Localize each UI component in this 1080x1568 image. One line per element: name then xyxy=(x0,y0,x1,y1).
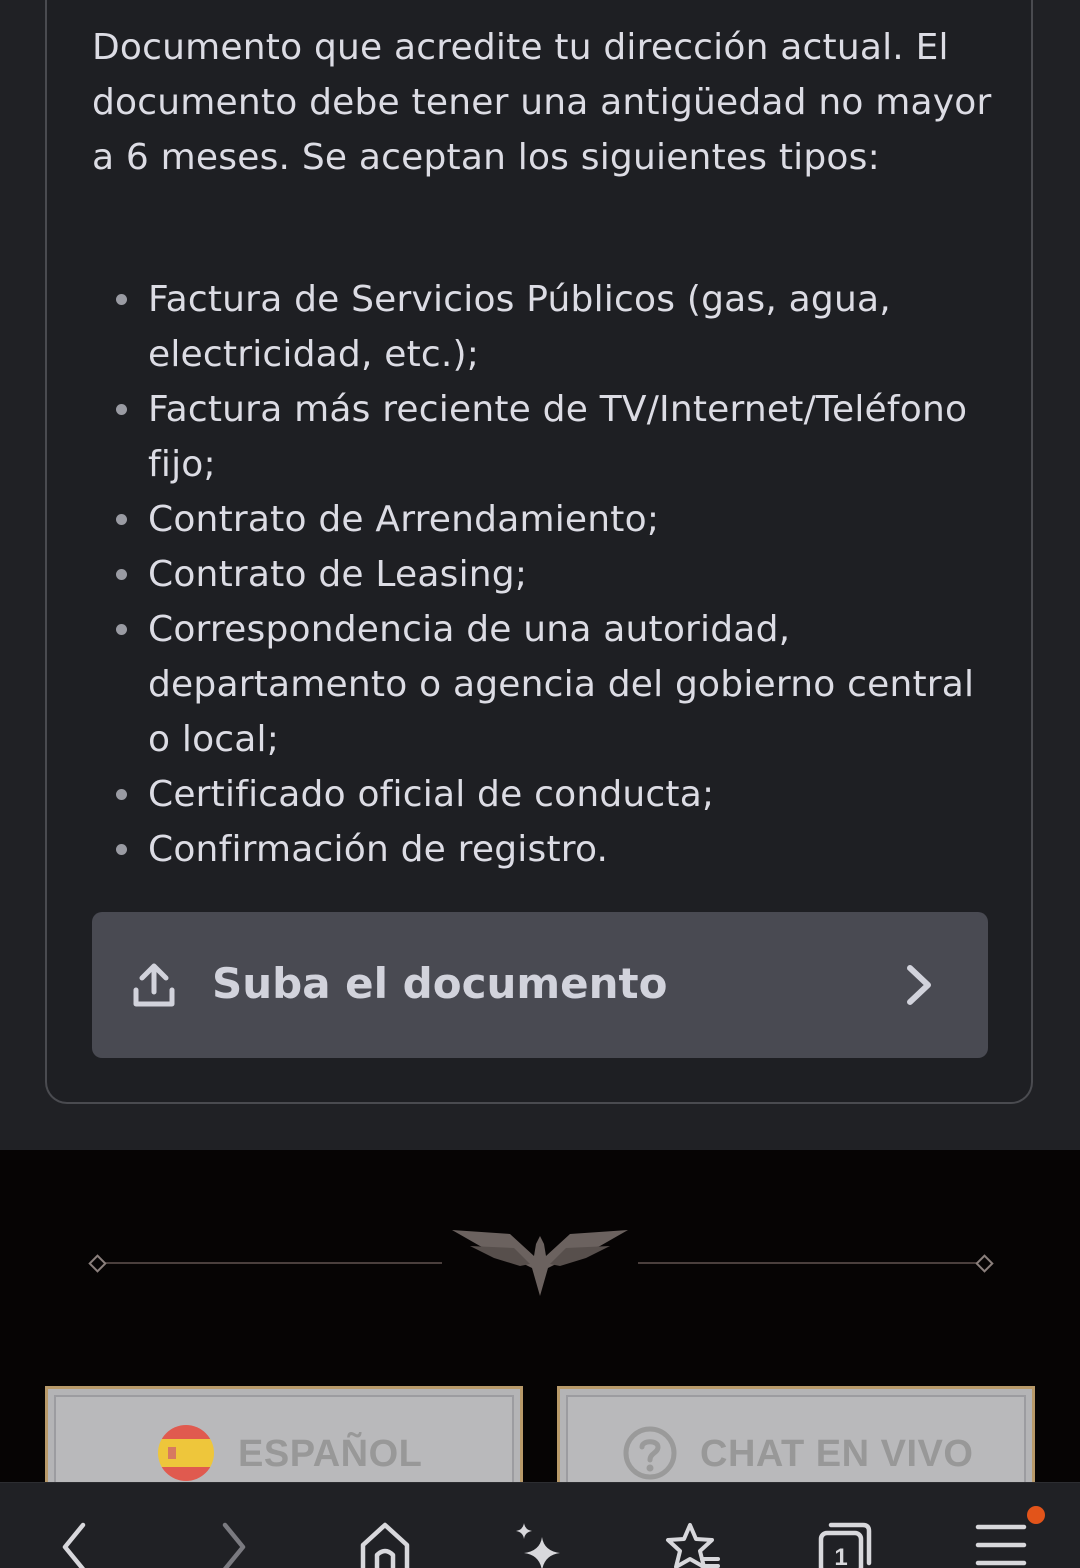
browser-toolbar: 1 xyxy=(0,1482,1080,1568)
list-item-text: Factura de Servicios Públicos (gas, agua… xyxy=(148,279,891,375)
list-item-text: Contrato de Leasing; xyxy=(148,554,528,595)
upload-icon xyxy=(133,963,175,1007)
notification-dot xyxy=(1027,1506,1045,1524)
list-item: Correspondencia de una autoridad, depart… xyxy=(116,602,1008,767)
bullet-icon xyxy=(116,624,127,635)
divider-line xyxy=(638,1262,980,1264)
bullet-icon xyxy=(116,404,127,415)
menu-icon[interactable] xyxy=(972,1519,1032,1568)
forward-icon[interactable] xyxy=(203,1519,263,1568)
divider-line xyxy=(100,1262,442,1264)
document-content-area: Documento que acredite tu dirección actu… xyxy=(0,0,1080,1150)
ai-sparkle-icon[interactable] xyxy=(510,1519,570,1568)
list-item: Contrato de Arrendamiento; xyxy=(116,492,1008,547)
chevron-right-icon xyxy=(907,965,931,1005)
bookmarks-icon[interactable] xyxy=(662,1519,722,1568)
diamond-ornament xyxy=(975,1254,994,1273)
list-item: Factura de Servicios Públicos (gas, agua… xyxy=(116,272,1008,382)
list-item-text: Contrato de Arrendamiento; xyxy=(148,499,660,540)
live-chat-button-label: CHAT EN VIVO xyxy=(700,1433,974,1475)
home-icon[interactable] xyxy=(355,1519,415,1568)
bullet-icon xyxy=(116,844,127,855)
bullet-icon xyxy=(116,294,127,305)
bullet-icon xyxy=(116,514,127,525)
list-item: Certificado oficial de conducta; xyxy=(116,767,1008,822)
upload-button-label: Suba el documento xyxy=(212,959,668,1008)
live-chat-button[interactable]: CHAT EN VIVO xyxy=(557,1386,1035,1496)
diamond-ornament xyxy=(88,1254,107,1273)
list-item-text: Confirmación de registro. xyxy=(148,829,609,870)
page: Documento que acredite tu dirección actu… xyxy=(0,0,1080,1568)
document-description: Documento que acredite tu dirección actu… xyxy=(92,27,992,178)
wings-logo-icon xyxy=(452,1230,628,1296)
spain-flag-icon xyxy=(158,1425,214,1481)
list-item: Confirmación de registro. xyxy=(116,822,1008,877)
bullet-icon xyxy=(116,789,127,800)
accepted-document-types-list: Factura de Servicios Públicos (gas, agua… xyxy=(116,272,1008,877)
upload-document-button[interactable]: Suba el documento xyxy=(92,912,988,1058)
list-item-text: Certificado oficial de conducta; xyxy=(148,774,715,815)
list-item-text: Factura más reciente de TV/Internet/Telé… xyxy=(148,389,968,485)
tabs-icon[interactable]: 1 xyxy=(815,1519,875,1568)
list-item: Factura más reciente de TV/Internet/Telé… xyxy=(116,382,1008,492)
list-item-text: Correspondencia de una autoridad, depart… xyxy=(148,609,975,760)
bullet-icon xyxy=(116,569,127,580)
tab-count: 1 xyxy=(834,1544,847,1568)
back-icon[interactable] xyxy=(45,1519,105,1568)
language-button-label: ESPAÑOL xyxy=(238,1433,423,1475)
help-circle-icon xyxy=(623,1426,677,1480)
list-item: Contrato de Leasing; xyxy=(116,547,1008,602)
language-button[interactable]: ESPAÑOL xyxy=(45,1386,523,1496)
